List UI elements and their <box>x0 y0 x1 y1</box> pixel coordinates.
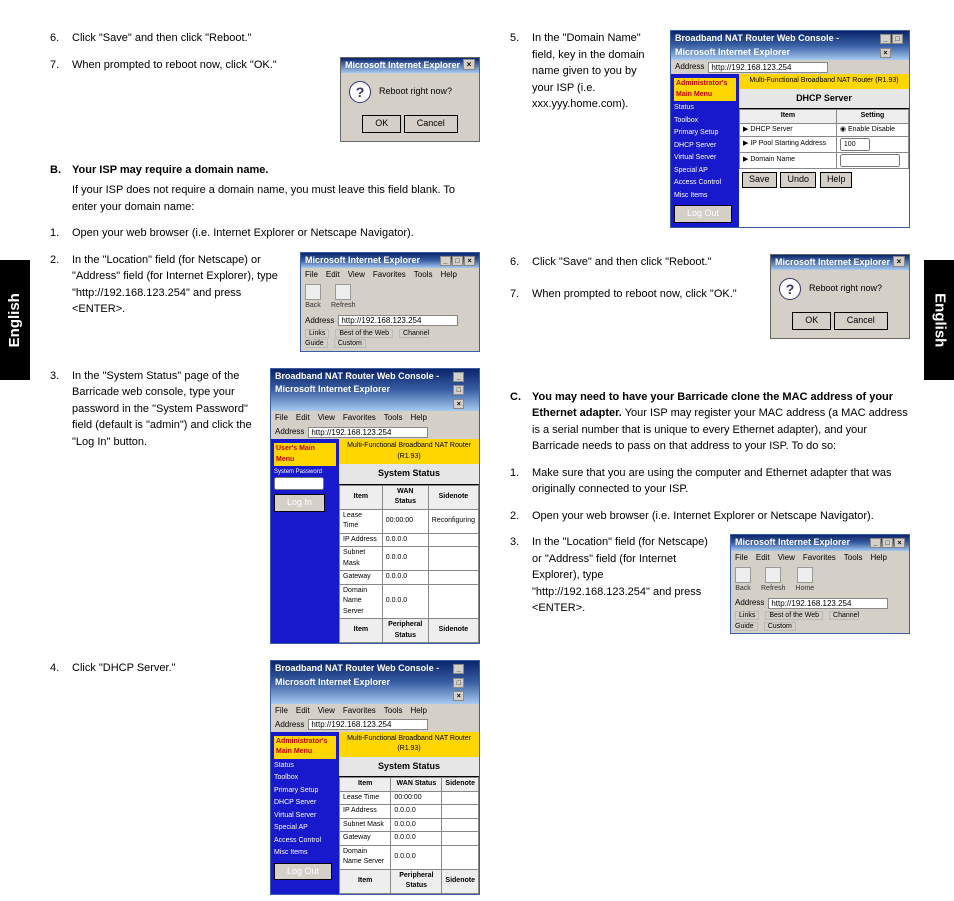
step-r6: 6.Click "Save" and then click "Reboot." <box>510 254 760 271</box>
wan-status-table: ItemWAN StatusSidenote Lease Time00:00:0… <box>339 777 479 894</box>
step-b1: 1.Open your web browser (i.e. Internet E… <box>50 225 480 242</box>
login-button[interactable]: Log In <box>274 494 325 512</box>
ok-button[interactable]: OK <box>792 312 831 330</box>
sidebar-link[interactable]: Toolbox <box>274 773 336 784</box>
ip-pool-input[interactable] <box>840 138 870 151</box>
address-input[interactable] <box>308 427 428 438</box>
cancel-button[interactable]: Cancel <box>404 115 458 133</box>
browser-menubar: FileEditViewFavoritesToolsHelp <box>301 268 479 282</box>
step-c3: 3.In the "Location" field (for Netscape)… <box>510 534 720 617</box>
domain-name-input[interactable] <box>840 154 900 167</box>
sidebar-link[interactable]: Special AP <box>274 823 336 834</box>
address-input[interactable] <box>338 315 458 326</box>
sidebar-link[interactable]: Primary Setup <box>674 128 736 139</box>
sidebar-link[interactable]: Misc Items <box>674 191 736 202</box>
section-c-heading: C. You may need to have your Barricade c… <box>510 389 910 455</box>
logout-button[interactable]: Log Out <box>674 205 732 223</box>
back-button[interactable]: Back <box>305 284 321 312</box>
sidebar-link[interactable]: Access Control <box>674 178 736 189</box>
address-input[interactable] <box>768 598 888 609</box>
logout-button[interactable]: Log Out <box>274 863 332 881</box>
sidebar-link[interactable]: DHCP Server <box>674 141 736 152</box>
system-status-user-screenshot: Broadband NAT Router Web Console - Micro… <box>270 368 480 645</box>
sidebar-link[interactable]: Primary Setup <box>274 786 336 797</box>
sidebar-link[interactable]: Toolbox <box>674 116 736 127</box>
sidebar-link[interactable]: Access Control <box>274 836 336 847</box>
dhcp-server-heading: DHCP Server <box>739 89 909 110</box>
step-c2: 2.Open your web browser (i.e. Internet E… <box>510 508 910 525</box>
sidebar-link[interactable]: Status <box>674 103 736 114</box>
dhcp-server-screenshot: Broadband NAT Router Web Console - Micro… <box>670 30 910 228</box>
browser-screenshot-1: Microsoft Internet Explorer_□× FileEditV… <box>300 252 480 352</box>
browser-screenshot-2: Microsoft Internet Explorer_□× FileEditV… <box>730 534 910 634</box>
left-column: 6. Click "Save" and then click "Reboot."… <box>50 30 480 901</box>
sidebar-link[interactable]: Virtual Server <box>674 153 736 164</box>
admin-main-menu-heading: Administrator's Main Menu <box>274 736 336 759</box>
sidebar-link[interactable]: Status <box>274 761 336 772</box>
system-status-heading: System Status <box>339 464 479 485</box>
refresh-button[interactable]: Refresh <box>761 567 786 595</box>
refresh-button[interactable]: Refresh <box>331 284 356 312</box>
step-b2: 2.In the "Location" field (for Netscape)… <box>50 252 290 318</box>
cancel-button[interactable]: Cancel <box>834 312 888 330</box>
step-r7: 7.When prompted to reboot now, click "OK… <box>510 286 760 303</box>
step-b3: 3.In the "System Status" page of the Bar… <box>50 368 260 451</box>
help-button[interactable]: Help <box>820 172 853 188</box>
step-6: 6. Click "Save" and then click "Reboot." <box>50 30 480 47</box>
close-icon[interactable]: × <box>893 256 905 267</box>
question-icon: ? <box>349 81 371 103</box>
section-b-body: If your ISP does not require a domain na… <box>72 182 480 215</box>
sidebar-link[interactable]: Special AP <box>674 166 736 177</box>
ok-button[interactable]: OK <box>362 115 401 133</box>
dhcp-settings-table: ItemSetting ▶ DHCP Server◉ Enable Disabl… <box>739 109 909 169</box>
step-c1: 1.Make sure that you are using the compu… <box>510 465 910 498</box>
reboot-dialog-1: Microsoft Internet Explorer× ?Reboot rig… <box>340 57 480 142</box>
address-input[interactable] <box>708 62 828 73</box>
home-button[interactable]: Home <box>796 567 815 595</box>
reboot-dialog-2: Microsoft Internet Explorer× ?Reboot rig… <box>770 254 910 339</box>
undo-button[interactable]: Undo <box>780 172 816 188</box>
sidebar-link[interactable]: Misc Items <box>274 848 336 859</box>
save-button[interactable]: Save <box>742 172 777 188</box>
system-status-admin-screenshot: Broadband NAT Router Web Console - Micro… <box>270 660 480 895</box>
address-input[interactable] <box>308 719 428 730</box>
user-main-menu-heading: User's Main Menu <box>274 443 336 466</box>
close-icon[interactable]: × <box>463 59 475 70</box>
section-b-heading: B. Your ISP may require a domain name. <box>50 162 480 179</box>
back-button[interactable]: Back <box>735 567 751 595</box>
step-b4: 4.Click "DHCP Server." <box>50 660 260 677</box>
right-column: Broadband NAT Router Web Console - Micro… <box>510 30 910 640</box>
step-7: 7. When prompted to reboot now, click "O… <box>50 57 330 74</box>
question-icon: ? <box>779 278 801 300</box>
wan-status-table: ItemWAN StatusSidenote Lease Time00:00:0… <box>339 485 479 644</box>
sidebar-link[interactable]: DHCP Server <box>274 798 336 809</box>
system-password-input[interactable] <box>274 477 324 490</box>
step-r5: 5.In the "Domain Name" field, key in the… <box>510 30 660 113</box>
sidebar-link[interactable]: Virtual Server <box>274 811 336 822</box>
